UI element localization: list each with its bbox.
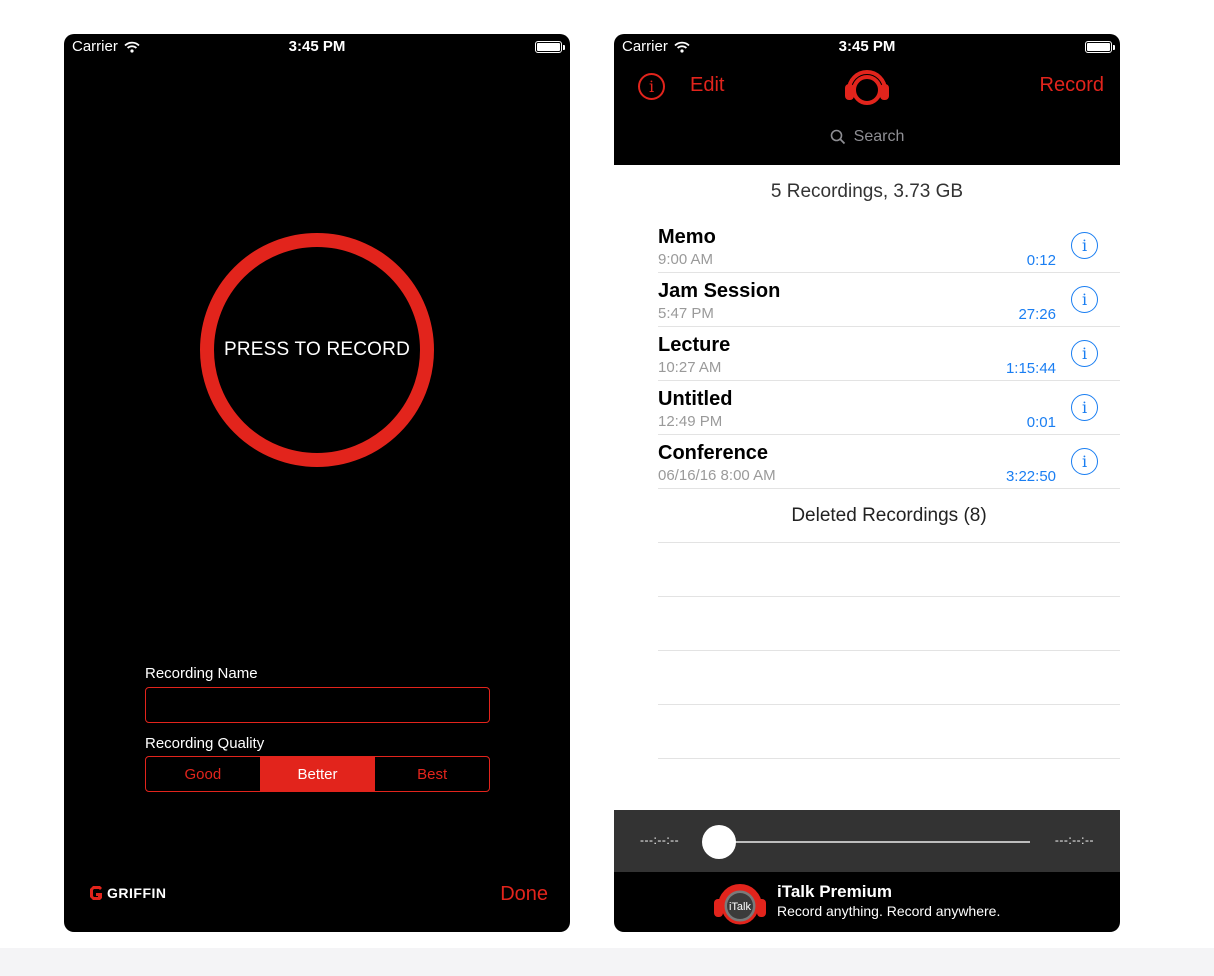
search-placeholder: Search bbox=[853, 128, 905, 145]
empty-row bbox=[658, 597, 1120, 651]
empty-row bbox=[658, 651, 1120, 705]
recording-time: 06/16/16 8:00 AM bbox=[658, 467, 776, 484]
record-screen: Carrier 3:45 PM PRESS TO RECORD Recordin… bbox=[64, 34, 570, 932]
recording-time: 5:47 PM bbox=[658, 305, 714, 322]
recording-duration: 1:15:44 bbox=[1005, 360, 1056, 377]
recording-time: 9:00 AM bbox=[658, 251, 714, 268]
status-time: 3:45 PM bbox=[288, 38, 346, 55]
status-time: 3:45 PM bbox=[838, 38, 896, 55]
recording-title: Lecture bbox=[658, 334, 731, 356]
italk-premium-banner[interactable]: iTalk iTalk Premium Record anything. Rec… bbox=[614, 872, 1120, 932]
page-bottom-strip bbox=[0, 948, 1214, 976]
search-field[interactable]: Search bbox=[614, 128, 1120, 146]
recording-info-icon[interactable]: i bbox=[1071, 340, 1098, 367]
recordings-summary: 5 Recordings, 3.73 GB bbox=[770, 181, 964, 202]
quality-option-good[interactable]: Good bbox=[146, 757, 260, 791]
record-button-label: PRESS TO RECORD bbox=[223, 339, 410, 360]
playback-scrubber-knob[interactable] bbox=[702, 825, 736, 859]
recording-row[interactable]: Conference 06/16/16 8:00 AM 3:22:50 i bbox=[658, 435, 1120, 489]
empty-row bbox=[658, 705, 1120, 759]
recording-row[interactable]: Memo 9:00 AM 0:12 i bbox=[658, 219, 1120, 273]
recordings-list-screen: Carrier 3:45 PM i Edit Record Search 5 R… bbox=[614, 34, 1120, 932]
press-to-record-button[interactable]: PRESS TO RECORD bbox=[200, 233, 434, 467]
quality-segmented-control: Good Better Best bbox=[145, 756, 490, 792]
recording-time: 12:49 PM bbox=[658, 413, 723, 430]
app-info-icon[interactable]: i bbox=[638, 73, 665, 100]
griffin-logo: GRIFFIN bbox=[88, 884, 167, 902]
promo-subtitle: Record anything. Record anywhere. bbox=[777, 903, 1001, 919]
recording-title: Memo bbox=[658, 226, 716, 248]
recording-duration: 0:01 bbox=[1026, 414, 1056, 431]
playback-bar: ---:--:-- ---:--:-- bbox=[614, 810, 1120, 872]
empty-row bbox=[658, 543, 1120, 597]
griffin-mark-icon bbox=[90, 886, 102, 900]
italk-app-icon: iTalk bbox=[714, 884, 766, 925]
recording-title: Untitled bbox=[658, 388, 733, 410]
search-icon bbox=[830, 129, 845, 145]
recording-title: Jam Session bbox=[658, 280, 781, 302]
recording-duration: 3:22:50 bbox=[1005, 468, 1056, 485]
status-bar: Carrier 3:45 PM bbox=[64, 34, 570, 60]
recording-info-icon[interactable]: i bbox=[1071, 448, 1098, 475]
recording-row[interactable]: Lecture 10:27 AM 1:15:44 i bbox=[658, 327, 1120, 381]
headphones-logo-icon bbox=[845, 70, 889, 105]
brand-label: GRIFFIN bbox=[107, 885, 167, 901]
navigation-bar: Carrier 3:45 PM i Edit Record Search bbox=[614, 34, 1120, 165]
recording-title: Conference bbox=[658, 442, 769, 464]
status-bar: Carrier 3:45 PM bbox=[614, 34, 1120, 60]
recording-info-icon[interactable]: i bbox=[1071, 394, 1098, 421]
recording-duration: 0:12 bbox=[1026, 252, 1056, 269]
promo-title: iTalk Premium bbox=[777, 882, 892, 901]
quality-option-better[interactable]: Better bbox=[259, 757, 375, 791]
recording-time: 10:27 AM bbox=[658, 359, 722, 376]
italk-icon-text: iTalk bbox=[729, 901, 752, 913]
recording-info-icon[interactable]: i bbox=[1071, 232, 1098, 259]
elapsed-time: ---:--:-- bbox=[640, 833, 680, 847]
recording-quality-label: Recording Quality bbox=[145, 735, 265, 752]
recording-duration: 27:26 bbox=[1018, 306, 1056, 323]
done-button[interactable]: Done bbox=[500, 883, 548, 906]
remaining-time: ---:--:-- bbox=[1054, 833, 1094, 847]
edit-button[interactable]: Edit bbox=[690, 74, 724, 97]
battery-icon bbox=[1085, 41, 1115, 53]
quality-option-best[interactable]: Best bbox=[374, 757, 489, 791]
record-button[interactable]: Record bbox=[1040, 74, 1104, 97]
recording-row[interactable]: Jam Session 5:47 PM 27:26 i bbox=[658, 273, 1120, 327]
playback-track[interactable] bbox=[714, 841, 1030, 843]
battery-icon bbox=[535, 41, 565, 53]
recording-name-label: Recording Name bbox=[145, 665, 258, 682]
recording-row[interactable]: Untitled 12:49 PM 0:01 i bbox=[658, 381, 1120, 435]
empty-row bbox=[658, 759, 1120, 813]
deleted-recordings-row[interactable]: Deleted Recordings (8) bbox=[658, 489, 1120, 543]
recording-info-icon[interactable]: i bbox=[1071, 286, 1098, 313]
recordings-list: Memo 9:00 AM 0:12 i Jam Session 5:47 PM … bbox=[658, 219, 1120, 813]
recording-name-input[interactable] bbox=[145, 687, 490, 723]
